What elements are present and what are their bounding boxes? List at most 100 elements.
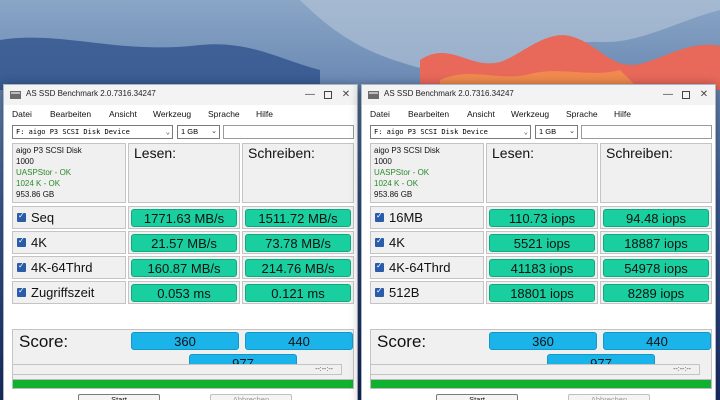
write-header: Schreiben: <box>248 145 315 161</box>
menu-item[interactable]: Datei <box>12 109 32 119</box>
read-header-cell: Lesen: <box>128 143 240 203</box>
drive-select-value: F: aigo P3 SCSI Disk Device <box>16 128 130 136</box>
test-size-value: 1 GB <box>539 127 557 136</box>
device-info-line: UASPStor - OK <box>16 168 72 177</box>
menu-item[interactable]: Sprache <box>566 109 598 119</box>
menu-item[interactable]: Werkzeug <box>153 109 191 119</box>
progress-bar <box>370 379 712 389</box>
checkmark-icon: ✓ <box>376 261 383 270</box>
menu-item[interactable]: Ansicht <box>467 109 495 119</box>
menu-item[interactable]: Ansicht <box>109 109 137 119</box>
device-info-line: 1000 <box>374 157 392 166</box>
menu-item[interactable]: Sprache <box>208 109 240 119</box>
title-bar: AS SSD Benchmark 2.0.7316.34247 — ✕ <box>362 85 715 105</box>
device-info-line: aigo P3 SCSI Disk <box>374 146 440 155</box>
app-icon <box>368 91 379 99</box>
chevron-down-icon: ⌄ <box>523 128 528 136</box>
minimize-button[interactable]: — <box>302 87 318 103</box>
menu-item[interactable]: Bearbeiten <box>408 109 449 119</box>
results-grid: aigo P3 SCSI Disk 1000 UASPStor - OK 1024 K… <box>12 143 355 383</box>
read-value: 110.73 iops <box>489 209 595 227</box>
row-label-cell: ✓ 4K-64Thrd <box>370 256 484 279</box>
read-value: 18801 iops <box>489 284 595 302</box>
row-label: 4K-64Thrd <box>31 260 93 275</box>
device-info-line: 1000 <box>16 157 34 166</box>
row-checkbox[interactable]: ✓ <box>17 261 26 272</box>
title-bar: AS SSD Benchmark 2.0.7316.34247 — ✕ <box>4 85 357 105</box>
checkmark-icon: ✓ <box>18 286 25 295</box>
read-score: 360 <box>489 332 597 350</box>
row-checkbox[interactable]: ✓ <box>17 236 26 247</box>
checkmark-icon: ✓ <box>376 236 383 245</box>
checkmark-icon: ✓ <box>18 211 25 220</box>
read-value-cell: 5521 iops <box>486 231 598 254</box>
maximize-button[interactable] <box>320 87 336 103</box>
test-size-value: 1 GB <box>181 127 199 136</box>
row-checkbox[interactable]: ✓ <box>17 286 26 297</box>
benchmark-window-mbs: AS SSD Benchmark 2.0.7316.34247 — ✕ Date… <box>3 84 358 400</box>
blank-field[interactable] <box>581 125 712 139</box>
start-button[interactable]: Start <box>436 394 518 400</box>
maximize-button[interactable] <box>678 87 694 103</box>
row-label-cell: ✓ 16MB <box>370 206 484 229</box>
write-value: 73.78 MB/s <box>245 234 351 252</box>
row-checkbox[interactable]: ✓ <box>375 286 384 297</box>
test-size-select[interactable]: 1 GB ⌄ <box>177 125 220 139</box>
menu-item[interactable]: Hilfe <box>256 109 273 119</box>
score-label: Score: <box>377 332 427 351</box>
row-checkbox[interactable]: ✓ <box>375 211 384 222</box>
elapsed-time: --:--:-- <box>370 364 700 375</box>
row-label-cell: ✓ 4K-64Thrd <box>12 256 126 279</box>
device-info-line: UASPStor - OK <box>374 168 430 177</box>
drive-select[interactable]: F: aigo P3 SCSI Disk Device ⌄ <box>12 125 173 139</box>
score-label: Score: <box>19 332 69 351</box>
write-value-cell: 94.48 iops <box>600 206 712 229</box>
results-grid: aigo P3 SCSI Disk 1000 UASPStor - OK 1024 K… <box>370 143 713 383</box>
close-button[interactable]: ✕ <box>338 87 354 103</box>
row-label-cell: ✓ Zugriffszeit <box>12 281 126 304</box>
write-header: Schreiben: <box>606 145 673 161</box>
write-value-cell: 0.121 ms <box>242 281 354 304</box>
drive-select[interactable]: F: aigo P3 SCSI Disk Device ⌄ <box>370 125 531 139</box>
read-value-cell: 0.053 ms <box>128 281 240 304</box>
minimize-button[interactable]: — <box>660 87 676 103</box>
chevron-down-icon: ⌄ <box>165 128 170 136</box>
progress-fill <box>13 380 353 388</box>
checkmark-icon: ✓ <box>376 286 383 295</box>
benchmark-window-iops: AS SSD Benchmark 2.0.7316.34247 — ✕ Date… <box>361 84 716 400</box>
read-value: 1771.63 MB/s <box>131 209 237 227</box>
write-value-cell: 73.78 MB/s <box>242 231 354 254</box>
progress-fill <box>371 380 711 388</box>
checkmark-icon: ✓ <box>18 236 25 245</box>
menu-item[interactable]: Datei <box>370 109 390 119</box>
device-info-line: 953.86 GB <box>16 190 55 199</box>
read-value-cell: 41183 iops <box>486 256 598 279</box>
elapsed-time: --:--:-- <box>12 364 342 375</box>
row-checkbox[interactable]: ✓ <box>17 211 26 222</box>
read-header: Lesen: <box>134 145 177 161</box>
row-checkbox[interactable]: ✓ <box>375 261 384 272</box>
test-size-select[interactable]: 1 GB ⌄ <box>535 125 578 139</box>
read-value-cell: 21.57 MB/s <box>128 231 240 254</box>
write-value-cell: 18887 iops <box>600 231 712 254</box>
write-value: 8289 iops <box>603 284 709 302</box>
write-value-cell: 54978 iops <box>600 256 712 279</box>
close-button[interactable]: ✕ <box>696 87 712 103</box>
abort-button[interactable]: Abbrechen <box>210 394 292 400</box>
menu-item[interactable]: Hilfe <box>614 109 631 119</box>
device-info-panel: aigo P3 SCSI Disk 1000 UASPStor - OK 1024 K… <box>12 143 126 203</box>
abort-button[interactable]: Abbrechen <box>568 394 650 400</box>
device-info-line: 1024 K - OK <box>16 179 61 188</box>
read-value: 0.053 ms <box>131 284 237 302</box>
blank-field[interactable] <box>223 125 354 139</box>
start-button[interactable]: Start <box>78 394 160 400</box>
row-label: Seq <box>31 210 55 225</box>
window-title: AS SSD Benchmark 2.0.7316.34247 <box>26 89 156 98</box>
row-label: 4K-64Thrd <box>389 260 451 275</box>
read-score: 360 <box>131 332 239 350</box>
menu-item[interactable]: Bearbeiten <box>50 109 91 119</box>
drive-select-value: F: aigo P3 SCSI Disk Device <box>374 128 488 136</box>
menu-item[interactable]: Werkzeug <box>511 109 549 119</box>
row-checkbox[interactable]: ✓ <box>375 236 384 247</box>
write-value: 54978 iops <box>603 259 709 277</box>
